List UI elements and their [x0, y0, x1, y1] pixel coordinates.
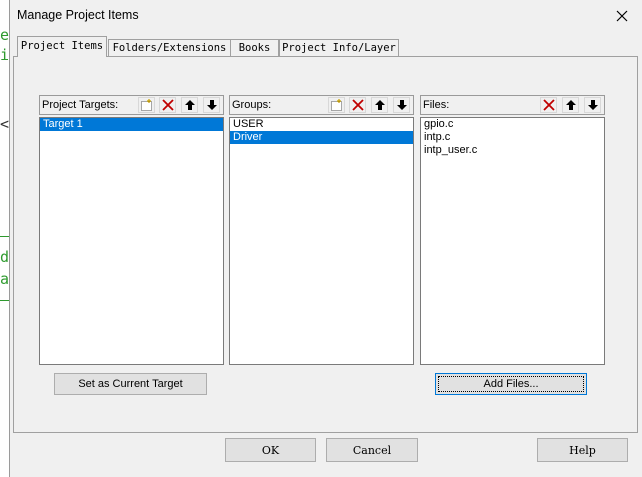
background-editor: e i < d a [0, 0, 9, 477]
list-item[interactable]: Target 1 [40, 118, 223, 131]
add-files-button[interactable]: Add Files... [435, 373, 587, 395]
project-targets-list[interactable]: Target 1 [39, 117, 224, 365]
project-targets-header: Project Targets: [39, 95, 224, 115]
set-current-target-button[interactable]: Set as Current Target [54, 373, 207, 395]
ok-label: OK [261, 443, 280, 457]
arrow-up-icon [374, 100, 385, 110]
files-header: Files: [420, 95, 605, 115]
groups-label: Groups: [232, 99, 272, 111]
groups-list[interactable]: USER Driver [229, 117, 414, 365]
project-items-panel: Project Targets: Target 1 Groups: USER D… [13, 56, 638, 433]
ok-button[interactable]: OK [225, 438, 316, 462]
move-group-up-button[interactable] [371, 97, 388, 113]
files-pane: Files: gpio.c intp.c intp_user.c [420, 95, 605, 367]
move-target-up-button[interactable] [181, 97, 198, 113]
editor-char: d [0, 248, 10, 266]
list-item[interactable]: intp_user.c [421, 144, 604, 157]
manage-project-items-dialog: Manage Project Items Project Items Folde… [9, 0, 642, 477]
close-icon [616, 10, 628, 22]
delete-icon [351, 99, 364, 111]
list-item[interactable]: Driver [230, 131, 413, 144]
move-target-down-button[interactable] [203, 97, 220, 113]
tab-folders-extensions[interactable]: Folders/Extensions [108, 39, 231, 56]
window-title: Manage Project Items [17, 8, 139, 22]
move-file-up-button[interactable] [562, 97, 579, 113]
new-item-icon [141, 99, 152, 111]
list-item[interactable]: intp.c [421, 131, 604, 144]
arrow-up-icon [565, 100, 576, 110]
tab-books[interactable]: Books [230, 39, 279, 56]
set-current-target-label: Set as Current Target [78, 378, 183, 390]
new-target-button[interactable] [138, 97, 155, 113]
delete-file-button[interactable] [540, 97, 557, 113]
title-bar: Manage Project Items [10, 0, 642, 32]
groups-header: Groups: [229, 95, 414, 115]
delete-group-button[interactable] [349, 97, 366, 113]
editor-char: < [0, 115, 10, 133]
help-label: Help [569, 443, 596, 457]
editor-line [0, 300, 9, 301]
move-group-down-button[interactable] [393, 97, 410, 113]
editor-char: i [0, 46, 10, 64]
list-item[interactable]: USER [230, 118, 413, 131]
arrow-down-icon [396, 100, 407, 110]
cancel-label: Cancel [352, 443, 392, 457]
help-button[interactable]: Help [537, 438, 628, 462]
project-targets-label: Project Targets: [42, 99, 119, 111]
files-list[interactable]: gpio.c intp.c intp_user.c [420, 117, 605, 365]
delete-icon [161, 99, 174, 111]
project-targets-pane: Project Targets: Target 1 [39, 95, 224, 367]
tab-project-items[interactable]: Project Items [17, 36, 107, 57]
delete-target-button[interactable] [159, 97, 176, 113]
files-label: Files: [423, 99, 450, 111]
add-files-label: Add Files... [438, 376, 584, 392]
delete-icon [542, 99, 555, 111]
arrow-up-icon [184, 100, 195, 110]
arrow-down-icon [206, 100, 217, 110]
close-button[interactable] [610, 5, 634, 27]
new-group-button[interactable] [328, 97, 345, 113]
list-item[interactable]: gpio.c [421, 118, 604, 131]
tab-project-info-layer[interactable]: Project Info/Layer [279, 39, 399, 56]
arrow-down-icon [587, 100, 598, 110]
new-item-icon [331, 99, 342, 111]
groups-pane: Groups: USER Driver [229, 95, 414, 367]
editor-char: a [0, 270, 10, 288]
editor-line [0, 236, 9, 237]
editor-char: e [0, 26, 10, 44]
cancel-button[interactable]: Cancel [326, 438, 418, 462]
move-file-down-button[interactable] [584, 97, 601, 113]
